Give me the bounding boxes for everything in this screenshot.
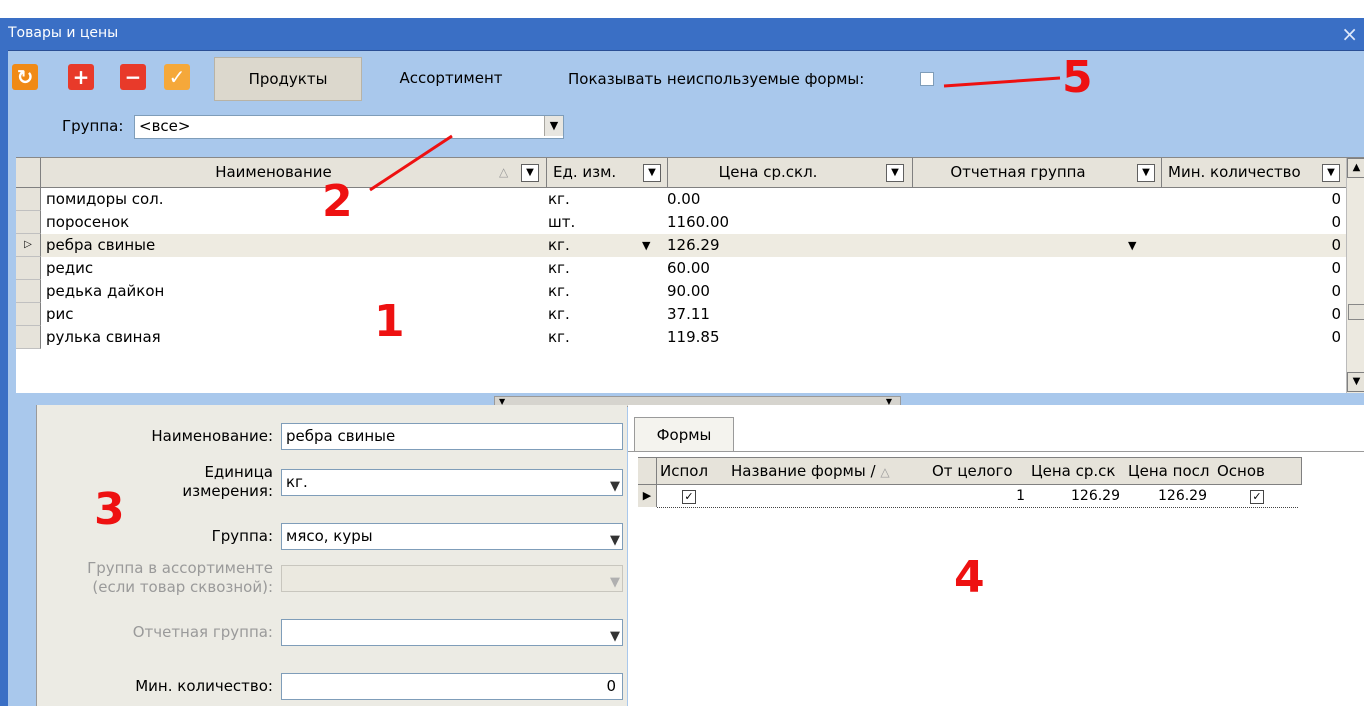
- annotation-5-line: [943, 76, 1061, 88]
- app-window: Товары и цены × ↻ + − ✓ Продукты Ассорти…: [0, 0, 1364, 706]
- annotation-label-5: 5: [1062, 52, 1093, 103]
- annotation-label-2: 2: [322, 176, 353, 227]
- annotation-label-3: 3: [94, 484, 125, 535]
- annotation-label-4: 4: [954, 552, 985, 603]
- annotation-label-1: 1: [374, 296, 405, 347]
- annotation-2-line: [369, 134, 453, 192]
- annotation-lines: [369, 76, 1061, 192]
